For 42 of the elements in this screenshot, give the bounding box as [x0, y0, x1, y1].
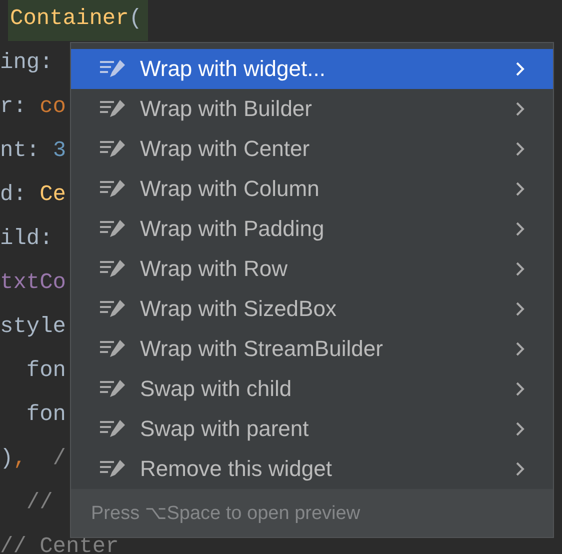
edit-icon	[100, 259, 126, 279]
code-text: Container	[10, 6, 129, 31]
edit-icon	[100, 59, 126, 79]
menu-item[interactable]: Wrap with widget...	[71, 49, 553, 89]
edit-icon	[100, 179, 126, 199]
menu-item[interactable]: Swap with parent	[71, 409, 553, 449]
code-text: Ce	[40, 182, 66, 207]
edit-icon	[100, 299, 126, 319]
code-text: // Center	[0, 534, 119, 554]
code-text: 3	[52, 138, 66, 163]
edit-icon	[100, 419, 126, 439]
edit-icon	[100, 459, 126, 479]
edit-icon	[100, 379, 126, 399]
menu-item[interactable]: Wrap with Row	[71, 249, 553, 289]
edit-icon	[100, 139, 126, 159]
code-text: //	[25, 490, 53, 515]
code-text: style	[0, 314, 66, 339]
menu-item[interactable]: Swap with child	[71, 369, 553, 409]
menu-item[interactable]: Remove this widget	[71, 449, 553, 489]
edit-icon	[100, 99, 126, 119]
edit-icon	[100, 339, 126, 359]
menu-item[interactable]: Wrap with Column	[71, 169, 553, 209]
code-text: (	[128, 6, 142, 31]
menu-item[interactable]: Wrap with SizedBox	[71, 289, 553, 329]
menu-item[interactable]: Wrap with Builder	[71, 89, 553, 129]
code-text: nt:	[0, 138, 41, 163]
hint-text: Press ⌥Space to open preview	[91, 502, 360, 524]
code-text: ild:	[0, 226, 53, 251]
code-text: )	[0, 446, 14, 471]
code-text: /	[52, 446, 66, 471]
edit-icon	[100, 219, 126, 239]
code-text: fon	[25, 358, 66, 383]
menu-item[interactable]: Wrap with Center	[71, 129, 553, 169]
code-text: ing:	[0, 50, 53, 75]
code-text: r:	[0, 94, 28, 119]
code-text: fon	[25, 402, 66, 427]
code-text: txtCo	[0, 270, 66, 295]
code-text: co	[40, 94, 66, 119]
code-text: ,	[13, 446, 26, 471]
menu-item[interactable]: Wrap with StreamBuilder	[71, 329, 553, 369]
code-text: d:	[0, 182, 28, 207]
menu-item[interactable]: Wrap with Padding	[71, 209, 553, 249]
